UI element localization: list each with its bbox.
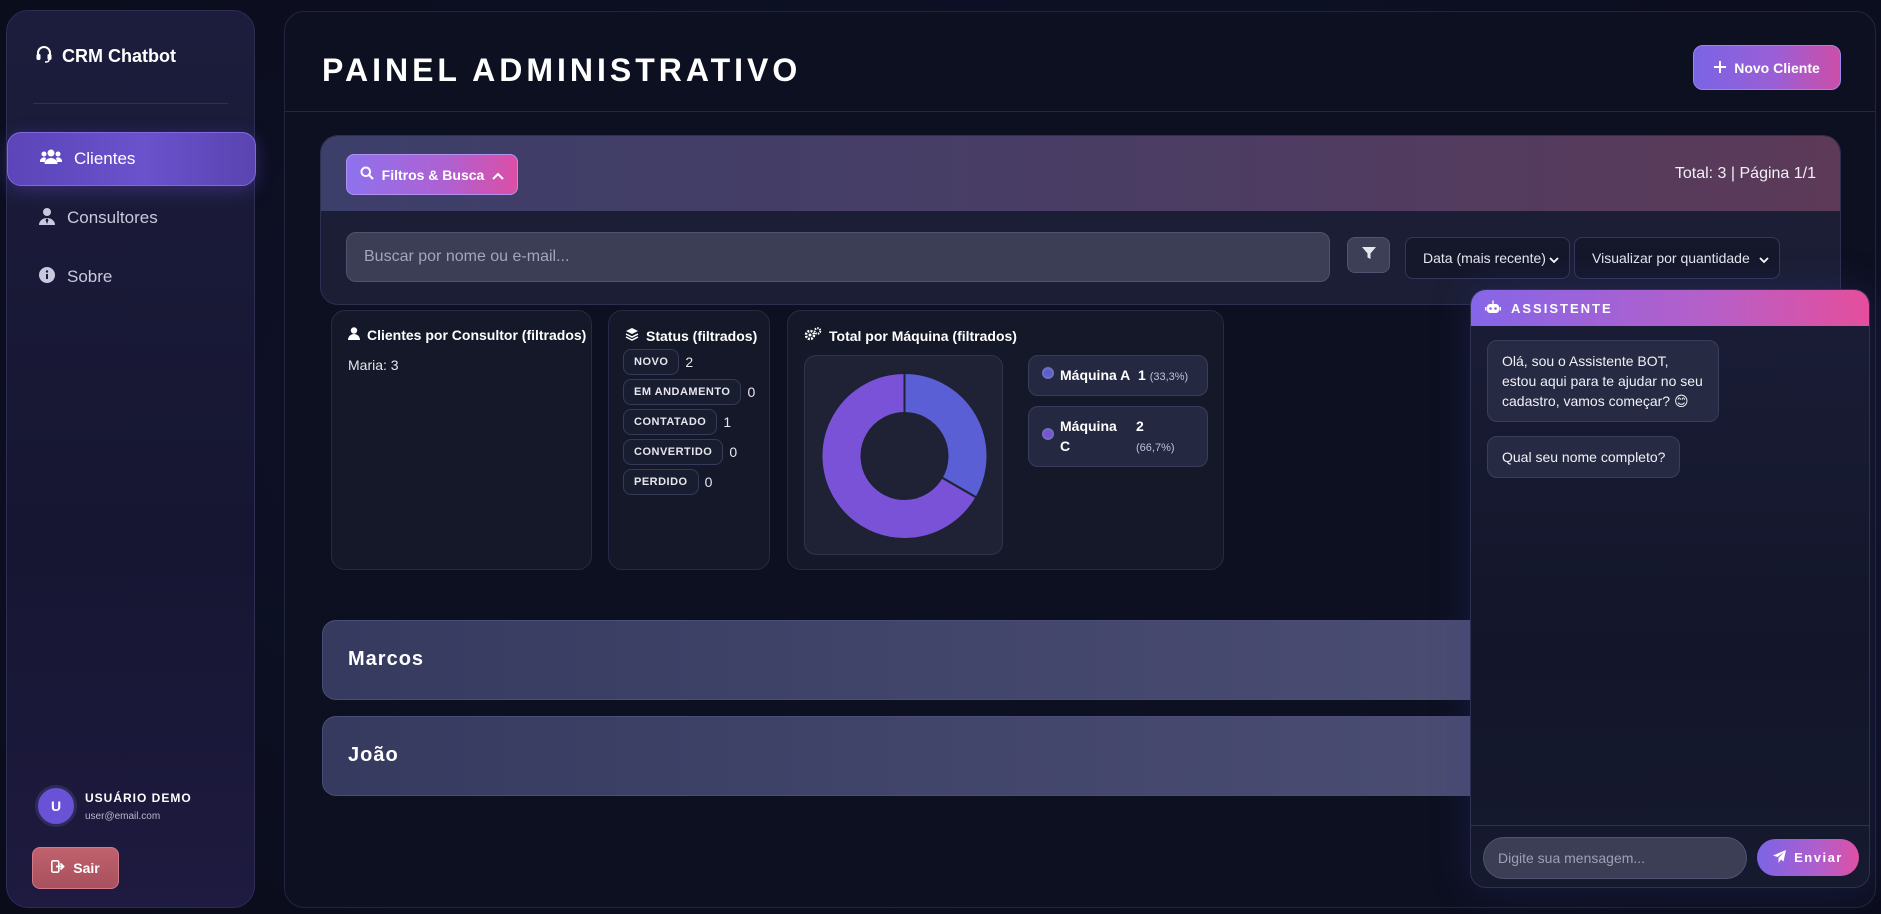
send-label: Enviar bbox=[1794, 850, 1843, 865]
legend-label: Máquina C bbox=[1060, 418, 1117, 454]
pagination-total: Total: 3 | Página 1/1 bbox=[1674, 165, 1816, 182]
sign-out-icon bbox=[51, 860, 66, 876]
status-row: PERDIDO 0 bbox=[623, 469, 712, 495]
donut-chart-box bbox=[804, 355, 1003, 555]
chevron-down-icon bbox=[1549, 251, 1559, 267]
legend-item-maquina-c: Máquina C 2 (66,7%) bbox=[1028, 406, 1208, 467]
plus-icon bbox=[1714, 60, 1727, 76]
user-icon bbox=[348, 327, 360, 343]
status-badge: CONVERTIDO bbox=[623, 439, 724, 465]
view-select[interactable]: Visualizar por quantidade bbox=[1574, 237, 1780, 279]
user-name: USUÁRIO DEMO bbox=[85, 790, 192, 805]
status-count: 0 bbox=[704, 474, 713, 490]
status-card: Status (filtrados) NOVO 2 EM ANDAMENTO 0… bbox=[608, 310, 770, 570]
consultor-card-title: Clientes por Consultor (filtrados) bbox=[348, 327, 586, 343]
group-name: Marcos bbox=[348, 648, 425, 670]
legend-item-maquina-a: Máquina A 1 (33,3%) bbox=[1028, 355, 1208, 396]
sidebar-item-clientes[interactable]: Clientes bbox=[7, 132, 256, 186]
chat-title: ASSISTENTE bbox=[1511, 300, 1613, 316]
donut-chart bbox=[820, 371, 989, 540]
legend-percent: (33,3%) bbox=[1149, 371, 1189, 383]
legend-count: 2 bbox=[1136, 418, 1144, 434]
filters-toggle-label: Filtros & Busca bbox=[381, 166, 485, 183]
user-email: user@email.com bbox=[85, 810, 161, 822]
sidebar-item-consultores[interactable]: Consultores bbox=[7, 191, 256, 245]
card-title-text: Clientes por Consultor (filtrados) bbox=[367, 327, 587, 343]
status-badge: CONTATADO bbox=[623, 409, 718, 435]
maquina-card-title: Total por Máquina (filtrados) bbox=[804, 327, 1017, 344]
group-row-marcos[interactable]: Marcos bbox=[322, 620, 1522, 700]
view-select-value: Visualizar por quantidade bbox=[1592, 250, 1750, 266]
logout-button[interactable]: Sair bbox=[32, 847, 119, 889]
page-title: PAINEL ADMINISTRATIVO bbox=[322, 52, 802, 88]
brand-divider bbox=[33, 103, 228, 104]
legend-color-swatch bbox=[1042, 367, 1054, 379]
legend-count: 1 bbox=[1138, 367, 1146, 383]
chat-footer: Enviar bbox=[1471, 825, 1869, 887]
status-card-title: Status (filtrados) bbox=[625, 327, 757, 344]
card-title-text: Total por Máquina (filtrados) bbox=[829, 327, 1017, 344]
filter-icon bbox=[1361, 246, 1376, 265]
filters-toggle-button[interactable]: Filtros & Busca bbox=[346, 154, 518, 195]
headset-icon bbox=[35, 45, 53, 68]
maquina-card: Total por Máquina (filtrados) Máquina A … bbox=[787, 310, 1224, 570]
consultor-count: Maria: 3 bbox=[348, 357, 399, 373]
avatar: U bbox=[35, 785, 77, 827]
chat-message-bot: Olá, sou o Assistente BOT, estou aqui pa… bbox=[1487, 340, 1719, 422]
chat-message-bot: Qual seu nome completo? bbox=[1487, 436, 1681, 478]
chevron-down-icon bbox=[1759, 251, 1769, 267]
chat-header: ASSISTENTE bbox=[1471, 290, 1869, 326]
sidebar-item-label: Clientes bbox=[74, 149, 136, 168]
sidebar-item-label: Sobre bbox=[67, 267, 113, 286]
chat-widget: ASSISTENTE Olá, sou o Assistente BOT, es… bbox=[1470, 289, 1870, 888]
paper-plane-icon bbox=[1773, 849, 1787, 866]
chat-message-input[interactable] bbox=[1483, 837, 1747, 879]
status-count: 0 bbox=[747, 384, 756, 400]
status-count: 1 bbox=[723, 414, 732, 430]
brand-name: CRM Chatbot bbox=[62, 46, 176, 66]
logout-label: Sair bbox=[73, 860, 100, 876]
brand: CRM Chatbot bbox=[35, 45, 176, 68]
status-count: 2 bbox=[685, 354, 694, 370]
search-input[interactable] bbox=[346, 232, 1330, 282]
users-icon bbox=[39, 149, 63, 170]
group-name: João bbox=[348, 744, 399, 766]
info-icon bbox=[39, 266, 55, 288]
group-row-joao[interactable]: João bbox=[322, 716, 1522, 796]
layers-icon bbox=[625, 327, 639, 344]
header: PAINEL ADMINISTRATIVO Novo Cliente bbox=[285, 12, 1875, 112]
filter-panel: Filtros & Busca Total: 3 | Página 1/1 Da… bbox=[320, 135, 1841, 305]
status-row: EM ANDAMENTO 0 bbox=[623, 379, 755, 405]
robot-icon bbox=[1485, 300, 1501, 317]
new-client-button[interactable]: Novo Cliente bbox=[1693, 45, 1841, 90]
sort-select[interactable]: Data (mais recente) bbox=[1405, 237, 1570, 279]
send-button[interactable]: Enviar bbox=[1757, 839, 1859, 876]
status-badge: PERDIDO bbox=[623, 469, 699, 495]
status-badge: EM ANDAMENTO bbox=[623, 379, 742, 405]
status-row: CONVERTIDO 0 bbox=[623, 439, 737, 465]
sidebar: CRM Chatbot Clientes Consultores Sobre U… bbox=[6, 10, 256, 908]
legend-value: 1 (33,3%) bbox=[1138, 365, 1188, 387]
consultor-card: Clientes por Consultor (filtrados) Maria… bbox=[331, 310, 592, 570]
filter-button[interactable] bbox=[1347, 237, 1390, 273]
legend-color-swatch bbox=[1042, 428, 1054, 440]
sort-select-value: Data (mais recente) bbox=[1423, 250, 1546, 266]
user-tie-icon bbox=[39, 207, 55, 230]
legend-value: 2 (66,7%) bbox=[1136, 416, 1175, 458]
status-count: 0 bbox=[729, 444, 738, 460]
card-title-text: Status (filtrados) bbox=[646, 327, 758, 344]
status-badge: NOVO bbox=[623, 349, 680, 375]
sidebar-item-sobre[interactable]: Sobre bbox=[7, 250, 256, 304]
legend-percent: (66,7%) bbox=[1136, 442, 1175, 454]
sidebar-item-label: Consultores bbox=[67, 208, 158, 227]
user-card: U USUÁRIO DEMO user@email.com bbox=[35, 785, 192, 827]
new-client-label: Novo Cliente bbox=[1734, 59, 1820, 76]
search-icon bbox=[360, 166, 374, 183]
filter-panel-header: Filtros & Busca Total: 3 | Página 1/1 bbox=[321, 136, 1840, 211]
chevron-up-icon bbox=[492, 167, 505, 183]
legend-label: Máquina A bbox=[1060, 367, 1131, 383]
status-row: CONTATADO 1 bbox=[623, 409, 731, 435]
status-row: NOVO 2 bbox=[623, 349, 693, 375]
cogs-icon bbox=[804, 327, 822, 344]
